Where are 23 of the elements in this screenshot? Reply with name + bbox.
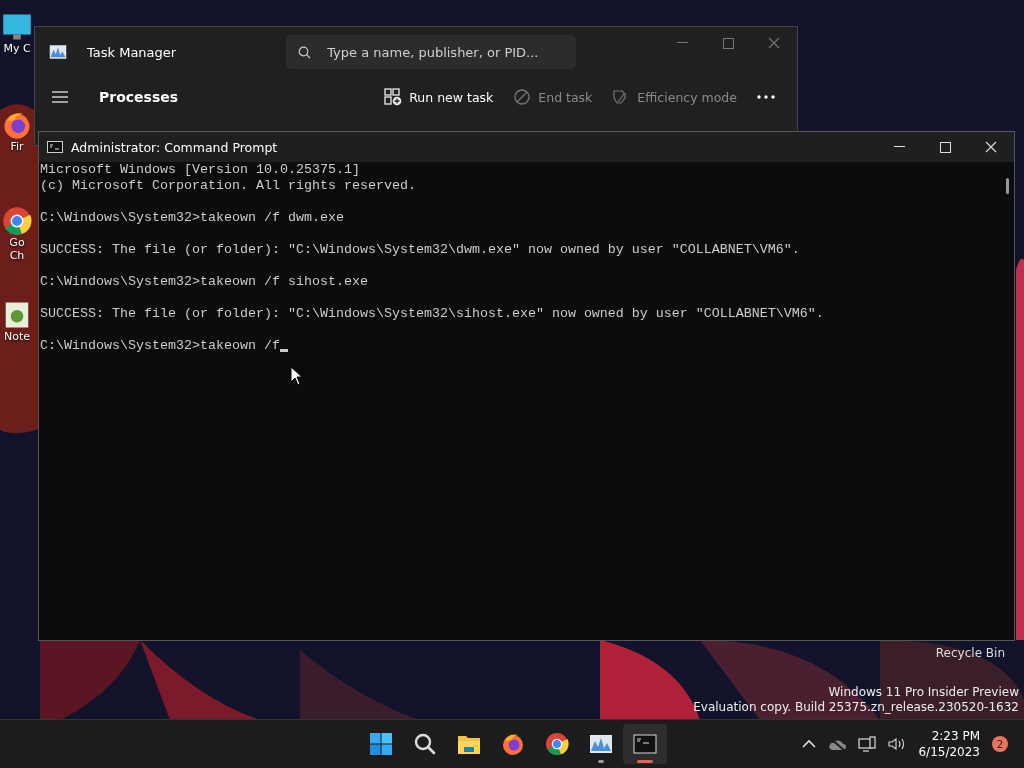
desktop-icon-label[interactable]: Note xyxy=(3,330,30,343)
watermark-text: Windows 11 Pro Insider Preview xyxy=(827,685,1019,700)
clock-date[interactable]: 6/15/2023 xyxy=(918,744,980,760)
console-line: Microsoft Windows [Version 10.0.25375.1] xyxy=(40,162,361,178)
console-line: C:\Windows\System32>takeown /f dwm.exe xyxy=(40,210,345,226)
desktop-icon-label[interactable]: My C xyxy=(3,42,31,55)
desktop-icon-label[interactable]: Recycle Bin xyxy=(935,646,1005,660)
desktop-icon-label[interactable]: Ch xyxy=(9,249,25,262)
clock-time[interactable]: 2:23 PM xyxy=(931,728,980,744)
desktop-icon-label[interactable]: Go xyxy=(9,236,25,249)
desktop-icon-label[interactable]: Fir xyxy=(10,140,24,153)
window-title: Administrator: Command Prompt xyxy=(71,139,278,155)
console-line: SUCCESS: The file (or folder): "C:\Windows\System32\sihost.exe" now owned by user "COLLABNET\VM6". xyxy=(40,306,825,322)
window-title: Task Manager xyxy=(87,44,177,60)
watermark-text: Evaluation copy. Build 25375.zn_release.230520-1632 xyxy=(693,700,1019,715)
notification-badge[interactable]: 2 xyxy=(992,736,1008,752)
search-field[interactable]: Type a name, publisher, or PID... xyxy=(286,35,577,69)
toolbar-button[interactable]: Run new task xyxy=(376,83,502,111)
console-line: C:\Windows\System32>takeown /f sihost.exe xyxy=(40,274,369,290)
console-line: (c) Microsoft Corporation. All rights reserved. xyxy=(40,178,417,194)
page-title: Processes xyxy=(99,89,179,105)
console-line: SUCCESS: The file (or folder): "C:\Windows\System32\dwm.exe" now owned by user "COLLABNET\VM6". xyxy=(40,242,801,258)
console-line: C:\Windows\System32>takeown /f xyxy=(40,338,280,354)
